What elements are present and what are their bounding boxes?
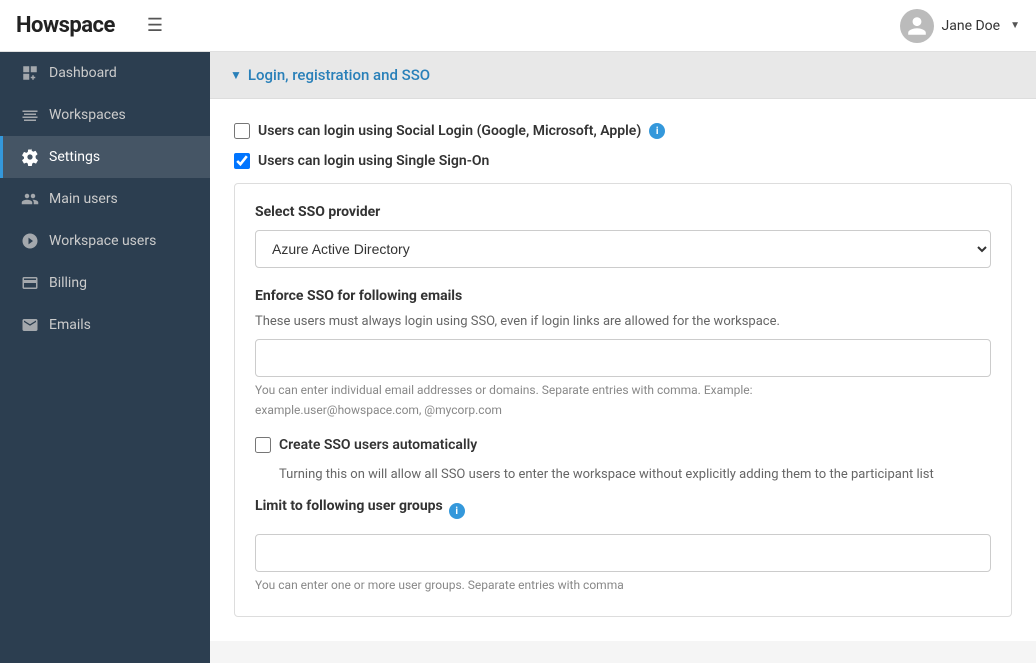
create-sso-row: Create SSO users automatically Turning t…: [255, 437, 991, 482]
sidebar: Dashboard Workspaces Settings Main users: [0, 52, 210, 663]
limit-info-icon[interactable]: i: [449, 503, 465, 519]
sidebar-item-main-users-label: Main users: [49, 191, 118, 207]
section-title: Login, registration and SSO: [248, 66, 430, 84]
limit-section: Limit to following user groups i You can…: [255, 498, 991, 592]
sso-provider-wrapper: Azure Active Directory Okta Google Works…: [255, 230, 991, 268]
content-area: Users can login using Social Login (Goog…: [210, 99, 1036, 641]
sso-login-label[interactable]: Users can login using Single Sign-On: [258, 153, 489, 169]
section-collapse-arrow: ▼: [230, 68, 242, 82]
sidebar-item-billing[interactable]: Billing: [0, 262, 210, 304]
sidebar-item-settings[interactable]: Settings: [0, 136, 210, 178]
enforce-sso-label: Enforce SSO for following emails: [255, 288, 991, 304]
workspaces-icon: [21, 106, 39, 124]
header-left: Howspace ☰: [16, 13, 163, 38]
enforce-sso-hint1: You can enter individual email addresses…: [255, 383, 991, 397]
sidebar-item-workspaces-label: Workspaces: [49, 107, 126, 123]
avatar: [900, 9, 934, 43]
dashboard-icon: [21, 64, 39, 82]
enforce-sso-hint2: example.user@howspace.com, @mycorp.com: [255, 403, 991, 417]
sidebar-item-emails-label: Emails: [49, 317, 91, 333]
billing-icon: [21, 274, 39, 292]
header: Howspace ☰ Jane Doe ▼: [0, 0, 1036, 52]
sso-provider-select[interactable]: Azure Active Directory Okta Google Works…: [255, 230, 991, 268]
social-login-label[interactable]: Users can login using Social Login (Goog…: [258, 123, 641, 139]
logo: Howspace: [16, 13, 115, 38]
enforce-sso-section: Enforce SSO for following emails These u…: [255, 288, 991, 417]
limit-groups-input[interactable]: [255, 534, 991, 572]
user-menu[interactable]: Jane Doe ▼: [900, 9, 1020, 43]
sidebar-item-billing-label: Billing: [49, 275, 87, 291]
sso-box: Select SSO provider Azure Active Directo…: [234, 183, 1012, 617]
create-sso-checkbox-row: Create SSO users automatically: [255, 437, 991, 453]
social-login-checkbox[interactable]: [234, 123, 250, 139]
limit-hint: You can enter one or more user groups. S…: [255, 578, 991, 592]
sidebar-item-emails[interactable]: Emails: [0, 304, 210, 346]
enforce-sso-desc: These users must always login using SSO,…: [255, 314, 991, 329]
sidebar-item-dashboard-label: Dashboard: [49, 65, 117, 81]
layout: Dashboard Workspaces Settings Main users: [0, 52, 1036, 663]
settings-icon: [21, 148, 39, 166]
create-sso-label[interactable]: Create SSO users automatically: [279, 437, 477, 453]
sidebar-item-main-users[interactable]: Main users: [0, 178, 210, 220]
create-sso-checkbox[interactable]: [255, 437, 271, 453]
user-menu-caret: ▼: [1010, 20, 1020, 31]
sidebar-item-workspace-users-label: Workspace users: [49, 233, 156, 249]
limit-label: Limit to following user groups: [255, 498, 443, 514]
social-login-row: Users can login using Social Login (Goog…: [234, 123, 1012, 139]
sidebar-item-workspaces[interactable]: Workspaces: [0, 94, 210, 136]
main-content: ▼ Login, registration and SSO Users can …: [210, 52, 1036, 663]
username: Jane Doe: [942, 18, 1001, 34]
workspace-users-icon: [21, 232, 39, 250]
select-sso-label: Select SSO provider: [255, 204, 991, 220]
menu-icon[interactable]: ☰: [147, 15, 163, 36]
sso-login-checkbox[interactable]: [234, 153, 250, 169]
sso-login-row: Users can login using Single Sign-On: [234, 153, 1012, 169]
emails-icon: [21, 316, 39, 334]
enforce-sso-input[interactable]: [255, 339, 991, 377]
sidebar-item-dashboard[interactable]: Dashboard: [0, 52, 210, 94]
sidebar-item-workspace-users[interactable]: Workspace users: [0, 220, 210, 262]
user-avatar-icon: [906, 15, 928, 37]
limit-label-row: Limit to following user groups i: [255, 498, 991, 524]
social-login-info-icon[interactable]: i: [649, 123, 665, 139]
create-sso-desc: Turning this on will allow all SSO users…: [279, 467, 991, 482]
sidebar-item-settings-label: Settings: [49, 149, 100, 165]
main-users-icon: [21, 190, 39, 208]
section-header[interactable]: ▼ Login, registration and SSO: [210, 52, 1036, 99]
